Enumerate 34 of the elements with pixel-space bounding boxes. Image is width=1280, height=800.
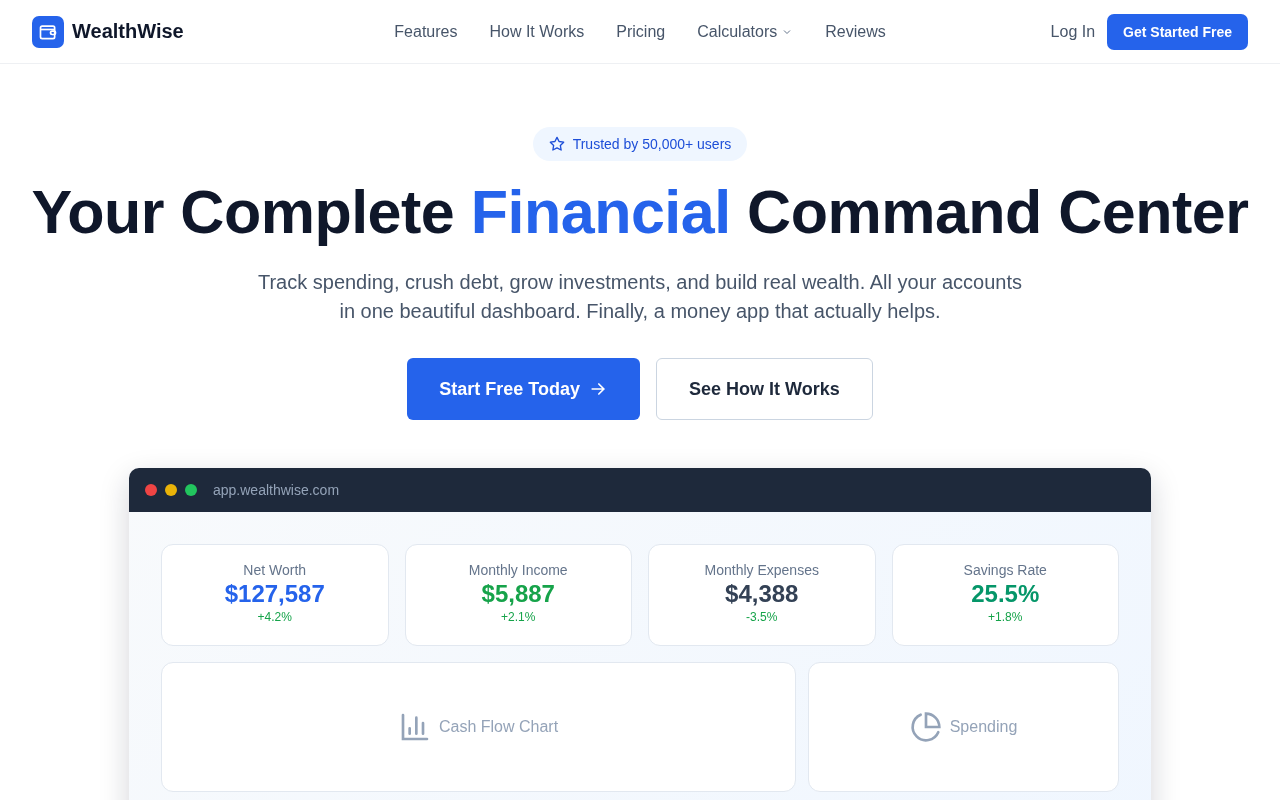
start-free-button[interactable]: Start Free Today: [407, 358, 640, 421]
panel-label: Spending: [949, 718, 1018, 737]
stat-value: $5,887: [481, 580, 555, 609]
stat-label: Net Worth: [243, 562, 307, 579]
stat-label: Monthly Expenses: [704, 562, 819, 579]
stat-change: +1.8%: [988, 610, 1023, 625]
stat-label: Monthly Income: [468, 562, 568, 579]
panel-label: Cash Flow Chart: [438, 718, 559, 737]
stat-value: 25.5%: [971, 580, 1040, 609]
hero-subtitle: Track spending, crush debt, grow investments, and build real wealth. All your accounts in one beautiful dashboard. Finally, a money app that actually helps.: [256, 270, 1024, 325]
login-link[interactable]: Log In: [1050, 22, 1096, 41]
pie-chart-icon: [909, 711, 942, 744]
stat-value: $127,587: [224, 580, 325, 609]
wallet-logo-icon[interactable]: [32, 15, 64, 48]
stat-change: +2.1%: [501, 610, 536, 625]
badge-text: Trusted by 50,000+ users: [572, 136, 732, 152]
close-dot-icon: [145, 484, 157, 497]
stat-label: Savings Rate: [963, 562, 1047, 579]
nav-link[interactable]: Calculators: [697, 22, 794, 41]
nav-link[interactable]: Features: [394, 22, 458, 41]
get-started-button[interactable]: Get Started Free: [1107, 13, 1248, 50]
stat-value: $4,388: [725, 580, 799, 609]
nav-link[interactable]: Reviews: [825, 22, 886, 41]
minimize-dot-icon: [165, 484, 177, 497]
nav-link[interactable]: Pricing: [616, 22, 666, 41]
stat-change: +4.2%: [257, 610, 292, 625]
star-icon: [548, 136, 565, 152]
stat-change: -3.5%: [746, 610, 778, 625]
url-text: app.wealthwise.com: [213, 482, 340, 499]
brand-name[interactable]: WealthWise: [72, 20, 184, 43]
hero-headline: Your Complete Financial Command Center: [31, 179, 1249, 247]
see-how-button[interactable]: See How It Works: [656, 358, 873, 421]
nav-link[interactable]: How It Works: [489, 22, 585, 41]
maximize-dot-icon: [185, 484, 197, 497]
